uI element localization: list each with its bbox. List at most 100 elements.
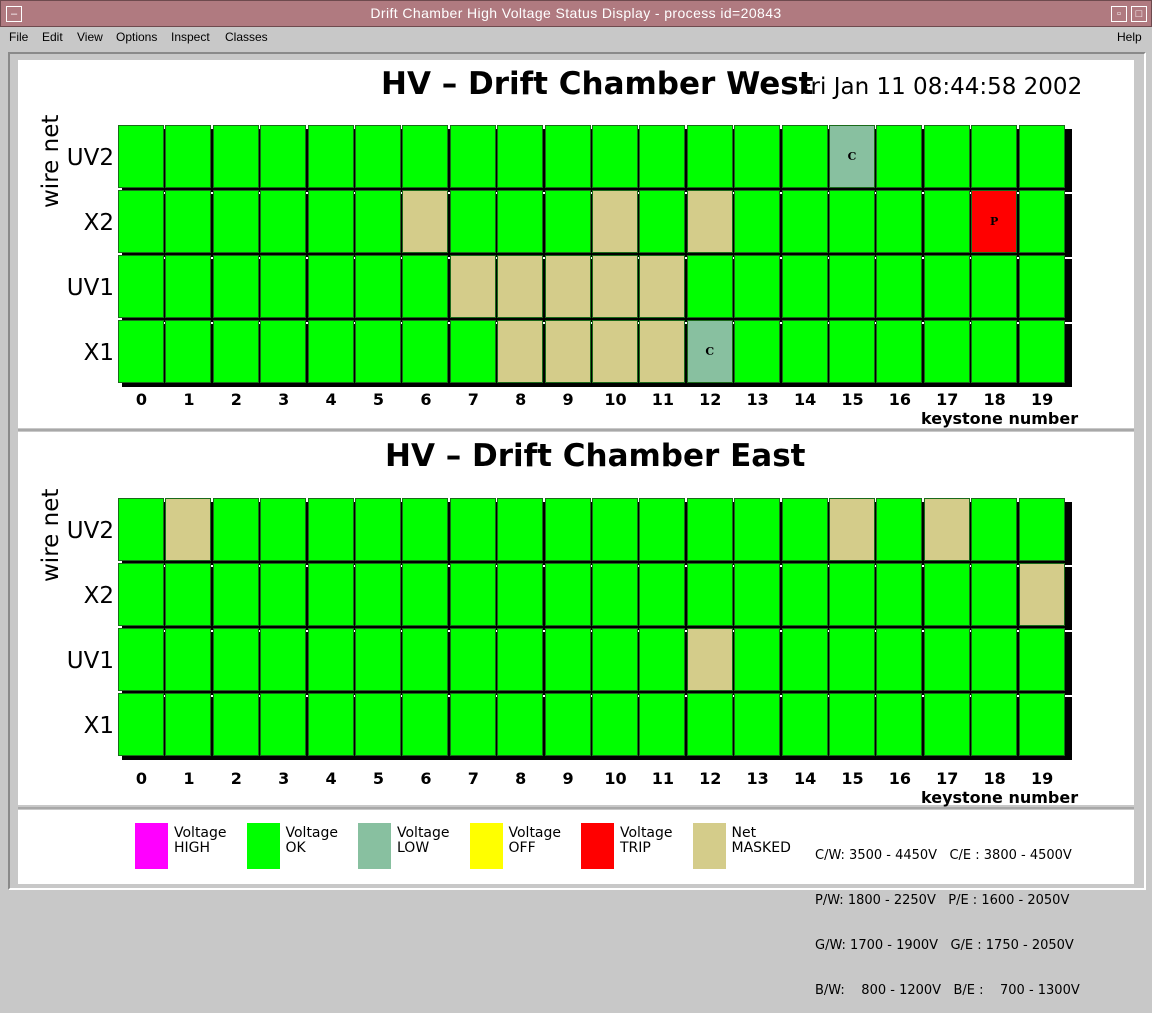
keystone-cell[interactable] — [402, 190, 449, 253]
keystone-cell[interactable] — [592, 125, 638, 188]
keystone-cell[interactable] — [734, 498, 781, 561]
keystone-cell[interactable] — [449, 255, 496, 318]
keystone-cell[interactable] — [923, 125, 970, 188]
keystone-cell[interactable] — [923, 320, 970, 383]
keystone-cell[interactable] — [165, 320, 212, 383]
keystone-cell[interactable] — [212, 563, 259, 626]
keystone-cell[interactable] — [118, 498, 164, 561]
keystone-cell[interactable] — [212, 693, 259, 756]
keystone-cell[interactable] — [165, 190, 212, 253]
keystone-cell[interactable] — [544, 628, 591, 691]
keystone-cell[interactable] — [734, 255, 781, 318]
keystone-cell[interactable] — [402, 563, 449, 626]
menu-help[interactable]: Help — [1117, 30, 1142, 44]
keystone-cell[interactable] — [307, 255, 354, 318]
keystone-cell[interactable] — [212, 628, 259, 691]
keystone-cell[interactable] — [497, 693, 544, 756]
keystone-cell[interactable] — [781, 320, 828, 383]
keystone-cell[interactable] — [165, 693, 212, 756]
keystone-cell[interactable] — [971, 125, 1018, 188]
keystone-cell[interactable] — [497, 563, 544, 626]
keystone-cell[interactable] — [402, 498, 449, 561]
menu-edit[interactable]: Edit — [42, 30, 63, 44]
keystone-cell[interactable] — [307, 125, 354, 188]
keystone-cell[interactable]: P — [971, 190, 1018, 253]
keystone-cell[interactable] — [544, 563, 591, 626]
keystone-cell[interactable] — [165, 628, 212, 691]
keystone-cell[interactable]: C — [686, 320, 733, 383]
keystone-cell[interactable] — [923, 190, 970, 253]
keystone-cell[interactable] — [686, 693, 733, 756]
keystone-cell[interactable] — [1018, 693, 1065, 756]
keystone-cell[interactable] — [829, 693, 875, 756]
keystone-cell[interactable] — [876, 693, 923, 756]
keystone-cell[interactable] — [449, 628, 496, 691]
keystone-cell[interactable] — [876, 255, 923, 318]
keystone-cell[interactable] — [497, 125, 544, 188]
keystone-cell[interactable]: C — [829, 125, 875, 188]
keystone-cell[interactable] — [971, 320, 1018, 383]
keystone-cell[interactable] — [876, 628, 923, 691]
keystone-cell[interactable] — [971, 255, 1018, 318]
keystone-cell[interactable] — [1018, 255, 1065, 318]
keystone-cell[interactable] — [781, 190, 828, 253]
keystone-cell[interactable] — [686, 563, 733, 626]
keystone-cell[interactable] — [449, 498, 496, 561]
keystone-cell[interactable] — [118, 628, 164, 691]
keystone-cell[interactable] — [449, 693, 496, 756]
keystone-cell[interactable] — [544, 190, 591, 253]
keystone-cell[interactable] — [497, 498, 544, 561]
keystone-cell[interactable] — [876, 320, 923, 383]
keystone-cell[interactable] — [876, 498, 923, 561]
keystone-cell[interactable] — [781, 693, 828, 756]
keystone-cell[interactable] — [402, 693, 449, 756]
keystone-cell[interactable] — [260, 125, 307, 188]
keystone-cell[interactable] — [781, 628, 828, 691]
keystone-cell[interactable] — [260, 320, 307, 383]
maximize-button[interactable]: □ — [1131, 6, 1147, 22]
keystone-cell[interactable] — [449, 320, 496, 383]
keystone-cell[interactable] — [544, 255, 591, 318]
keystone-cell[interactable] — [544, 693, 591, 756]
keystone-cell[interactable] — [118, 320, 164, 383]
keystone-cell[interactable] — [734, 320, 781, 383]
keystone-cell[interactable] — [923, 498, 970, 561]
keystone-cell[interactable] — [971, 498, 1018, 561]
keystone-cell[interactable] — [544, 498, 591, 561]
keystone-cell[interactable] — [876, 190, 923, 253]
keystone-cell[interactable] — [118, 125, 164, 188]
keystone-cell[interactable] — [544, 125, 591, 188]
keystone-cell[interactable] — [829, 498, 875, 561]
keystone-cell[interactable] — [497, 628, 544, 691]
keystone-cell[interactable] — [639, 125, 686, 188]
keystone-cell[interactable] — [686, 125, 733, 188]
keystone-cell[interactable] — [355, 498, 401, 561]
keystone-cell[interactable] — [923, 563, 970, 626]
menu-file[interactable]: File — [9, 30, 28, 44]
keystone-cell[interactable] — [497, 320, 544, 383]
keystone-cell[interactable] — [212, 320, 259, 383]
keystone-cell[interactable] — [971, 693, 1018, 756]
keystone-cell[interactable] — [118, 255, 164, 318]
keystone-cell[interactable] — [686, 628, 733, 691]
keystone-cell[interactable] — [449, 125, 496, 188]
keystone-cell[interactable] — [639, 693, 686, 756]
keystone-cell[interactable] — [592, 498, 638, 561]
keystone-cell[interactable] — [118, 190, 164, 253]
menu-view[interactable]: View — [77, 30, 103, 44]
keystone-cell[interactable] — [829, 563, 875, 626]
keystone-cell[interactable] — [260, 693, 307, 756]
keystone-cell[interactable] — [307, 563, 354, 626]
keystone-cell[interactable] — [1018, 125, 1065, 188]
keystone-cell[interactable] — [1018, 498, 1065, 561]
menu-classes[interactable]: Classes — [225, 30, 268, 44]
keystone-cell[interactable] — [923, 628, 970, 691]
keystone-cell[interactable] — [876, 125, 923, 188]
keystone-cell[interactable] — [592, 628, 638, 691]
keystone-cell[interactable] — [781, 255, 828, 318]
keystone-cell[interactable] — [592, 255, 638, 318]
keystone-cell[interactable] — [355, 190, 401, 253]
keystone-cell[interactable] — [639, 320, 686, 383]
keystone-cell[interactable] — [686, 190, 733, 253]
keystone-cell[interactable] — [544, 320, 591, 383]
